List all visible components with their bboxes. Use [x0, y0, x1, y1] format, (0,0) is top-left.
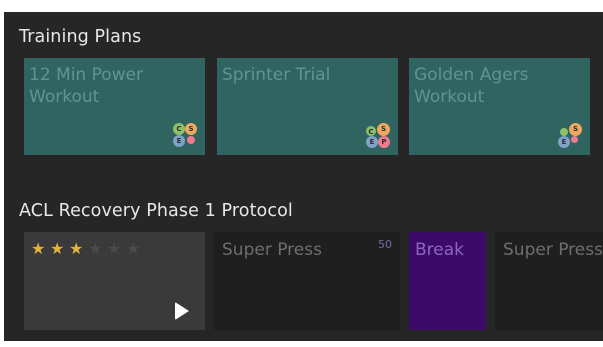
badge-c-dot-icon	[560, 128, 568, 136]
break-label: Break	[415, 240, 464, 260]
play-icon[interactable]	[175, 302, 189, 320]
plan-name: Golden Agers Workout	[414, 65, 529, 107]
badge-e-icon: E	[173, 135, 185, 147]
plan-badges: S E	[556, 122, 586, 152]
badge-s-icon: S	[569, 123, 582, 136]
star-empty-icon: ★	[88, 239, 103, 258]
exercise-label: Super Press	[503, 240, 603, 260]
exercise-label: Super Press	[222, 240, 322, 260]
badge-s-icon: S	[185, 123, 197, 135]
plan-name: 12 Min Power Workout	[29, 65, 144, 107]
star-filled-icon: ★	[69, 239, 84, 258]
badge-c-icon: C	[366, 126, 376, 136]
protocol-start-tile[interactable]: ★ ★ ★ ★ ★ ★	[24, 232, 205, 330]
badge-p-dot-icon	[187, 136, 195, 144]
exercise-count: 50	[378, 238, 392, 251]
badge-e-icon: E	[558, 136, 570, 148]
plan-card-golden-agers[interactable]: Golden Agers Workout S E	[409, 58, 590, 155]
plan-name: Sprinter Trial	[222, 65, 331, 85]
plan-card-12-min-power[interactable]: 12 Min Power Workout C S E	[24, 58, 205, 155]
badge-p-dot-icon	[571, 136, 578, 143]
star-filled-icon: ★	[31, 239, 46, 258]
plan-badges: C S E P	[364, 122, 394, 152]
app-screen: Training Plans 12 Min Power Workout C S …	[4, 12, 603, 341]
plan-badges: C S E	[171, 122, 201, 152]
exercise-tile-super-press[interactable]: Super Press 50	[214, 232, 400, 330]
badge-s-icon: S	[377, 123, 390, 136]
plan-card-sprinter-trial[interactable]: Sprinter Trial C S E P	[217, 58, 398, 155]
badge-e-icon: E	[366, 136, 378, 148]
exercise-tile-super-press-2[interactable]: Super Press	[495, 232, 603, 330]
training-plans-title: Training Plans	[19, 27, 142, 47]
badge-c-icon: C	[173, 123, 185, 135]
protocol-title: ACL Recovery Phase 1 Protocol	[19, 201, 293, 221]
star-empty-icon: ★	[107, 239, 122, 258]
badge-p-icon: P	[378, 136, 390, 148]
star-filled-icon: ★	[50, 239, 65, 258]
break-tile[interactable]: Break	[409, 232, 486, 330]
star-empty-icon: ★	[126, 239, 141, 258]
